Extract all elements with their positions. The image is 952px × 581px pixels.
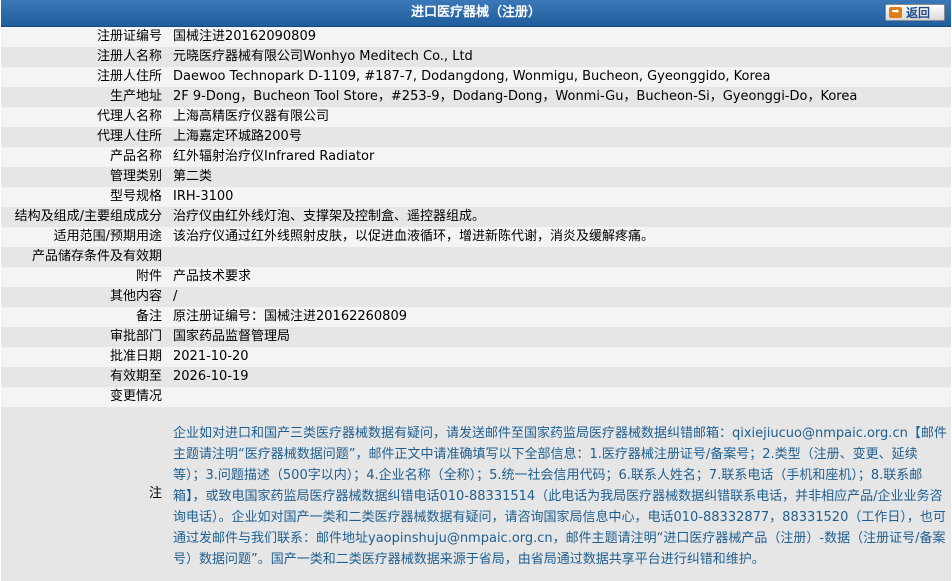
detail-row: 注册证编号 国械注进20162090809 <box>1 27 951 47</box>
field-label: 注册人住所 <box>1 67 170 87</box>
field-value: 国械注进20162090809 <box>170 27 951 47</box>
detail-row: 变更情况 <box>1 387 951 407</box>
title-bar: 进口医疗器械（注册） ➡ 返回 <box>1 0 951 27</box>
field-value: 产品技术要求 <box>170 267 951 287</box>
detail-row: 注册人名称 元晓医疗器械有限公司Wonhyo Meditech Co., Ltd <box>1 47 951 67</box>
field-label: 变更情况 <box>1 387 170 407</box>
field-value: 2026-10-19 <box>170 367 951 387</box>
note-cell: 企业如对进口和国产三类医疗器械数据有疑问，请发送邮件至国家药监局医疗器械数据纠错… <box>170 407 951 581</box>
field-value <box>170 387 951 407</box>
field-label: 注册证编号 <box>1 27 170 47</box>
detail-row: 批准日期 2021-10-20 <box>1 347 951 367</box>
detail-row: 注册人住所 Daewoo Technopark D-1109, #187-7, D… <box>1 67 951 87</box>
page-title: 进口医疗器械（注册） <box>410 5 541 20</box>
field-label: 注册人名称 <box>1 47 170 67</box>
note-row: 注企业如对进口和国产三类医疗器械数据有疑问，请发送邮件至国家药监局医疗器械数据纠… <box>1 407 951 581</box>
field-label: 型号规格 <box>1 187 170 207</box>
field-value: 原注册证编号：国械注进20162260809 <box>170 307 951 327</box>
detail-row: 代理人住所 上海嘉定环城路200号 <box>1 127 951 147</box>
detail-row: 附件 产品技术要求 <box>1 267 951 287</box>
field-label: 代理人名称 <box>1 107 170 127</box>
detail-table: 注册证编号 国械注进20162090809 注册人名称 元晓医疗器械有限公司Wonhy… <box>1 27 951 581</box>
field-label: 管理类别 <box>1 167 170 187</box>
detail-row: 代理人名称 上海高精医疗仪器有限公司 <box>1 107 951 127</box>
field-value: / <box>170 287 951 307</box>
field-label: 附件 <box>1 267 170 287</box>
field-label: 产品储存条件及有效期 <box>1 247 170 267</box>
detail-row: 型号规格 IRH-3100 <box>1 187 951 207</box>
detail-row: 审批部门 国家药品监督管理局 <box>1 327 951 347</box>
field-value: 国家药品监督管理局 <box>170 327 951 347</box>
field-value: 上海嘉定环城路200号 <box>170 127 951 147</box>
detail-row: 产品名称 红外辐射治疗仪Infrared Radiator <box>1 147 951 167</box>
detail-row: 结构及组成/主要组成成分 治疗仪由红外线灯泡、支撑架及控制盒、遥控器组成。 <box>1 207 951 227</box>
detail-row: 其他内容 / <box>1 287 951 307</box>
field-value: 2F 9-Dong，Bucheon Tool Store，#253-9，Doda… <box>170 87 951 107</box>
field-label: 审批部门 <box>1 327 170 347</box>
detail-row: 有效期至 2026-10-19 <box>1 367 951 387</box>
back-button-label: 返回 <box>906 6 931 20</box>
detail-row: 管理类别 第二类 <box>1 167 951 187</box>
field-label: 批准日期 <box>1 347 170 367</box>
note-label: 注 <box>1 407 170 581</box>
detail-row: 备注 原注册证编号：国械注进20162260809 <box>1 307 951 327</box>
field-label: 代理人住所 <box>1 127 170 147</box>
field-label: 有效期至 <box>1 367 170 387</box>
field-value: 2021-10-20 <box>170 347 951 367</box>
detail-row: 生产地址 2F 9-Dong，Bucheon Tool Store，#253-9，… <box>1 87 951 107</box>
field-value: 元晓医疗器械有限公司Wonhyo Meditech Co., Ltd <box>170 47 951 67</box>
field-label: 适用范围/预期用途 <box>1 227 170 247</box>
field-label: 生产地址 <box>1 87 170 107</box>
field-value: 该治疗仪通过红外线照射皮肤，以促进血液循环，增进新陈代谢，消炎及缓解疼痛。 <box>170 227 951 247</box>
field-value: 红外辐射治疗仪Infrared Radiator <box>170 147 951 167</box>
detail-row: 产品储存条件及有效期 <box>1 247 951 267</box>
field-value: IRH-3100 <box>170 187 951 207</box>
field-value <box>170 247 951 267</box>
back-button[interactable]: ➡ 返回 <box>885 4 945 21</box>
field-label: 结构及组成/主要组成成分 <box>1 207 170 227</box>
field-label: 其他内容 <box>1 287 170 307</box>
note-text: 企业如对进口和国产三类医疗器械数据有疑问，请发送邮件至国家药监局医疗器械数据纠错… <box>173 425 947 567</box>
field-value: 第二类 <box>170 167 951 187</box>
detail-row: 适用范围/预期用途 该治疗仪通过红外线照射皮肤，以促进血液循环，增进新陈代谢，消炎… <box>1 227 951 247</box>
field-value: 上海高精医疗仪器有限公司 <box>170 107 951 127</box>
field-value: 治疗仪由红外线灯泡、支撑架及控制盒、遥控器组成。 <box>170 207 951 227</box>
field-value: Daewoo Technopark D-1109, #187-7, Dodang… <box>170 67 951 87</box>
field-label: 备注 <box>1 307 170 327</box>
field-label: 产品名称 <box>1 147 170 167</box>
back-arrow-icon: ➡ <box>889 7 902 18</box>
